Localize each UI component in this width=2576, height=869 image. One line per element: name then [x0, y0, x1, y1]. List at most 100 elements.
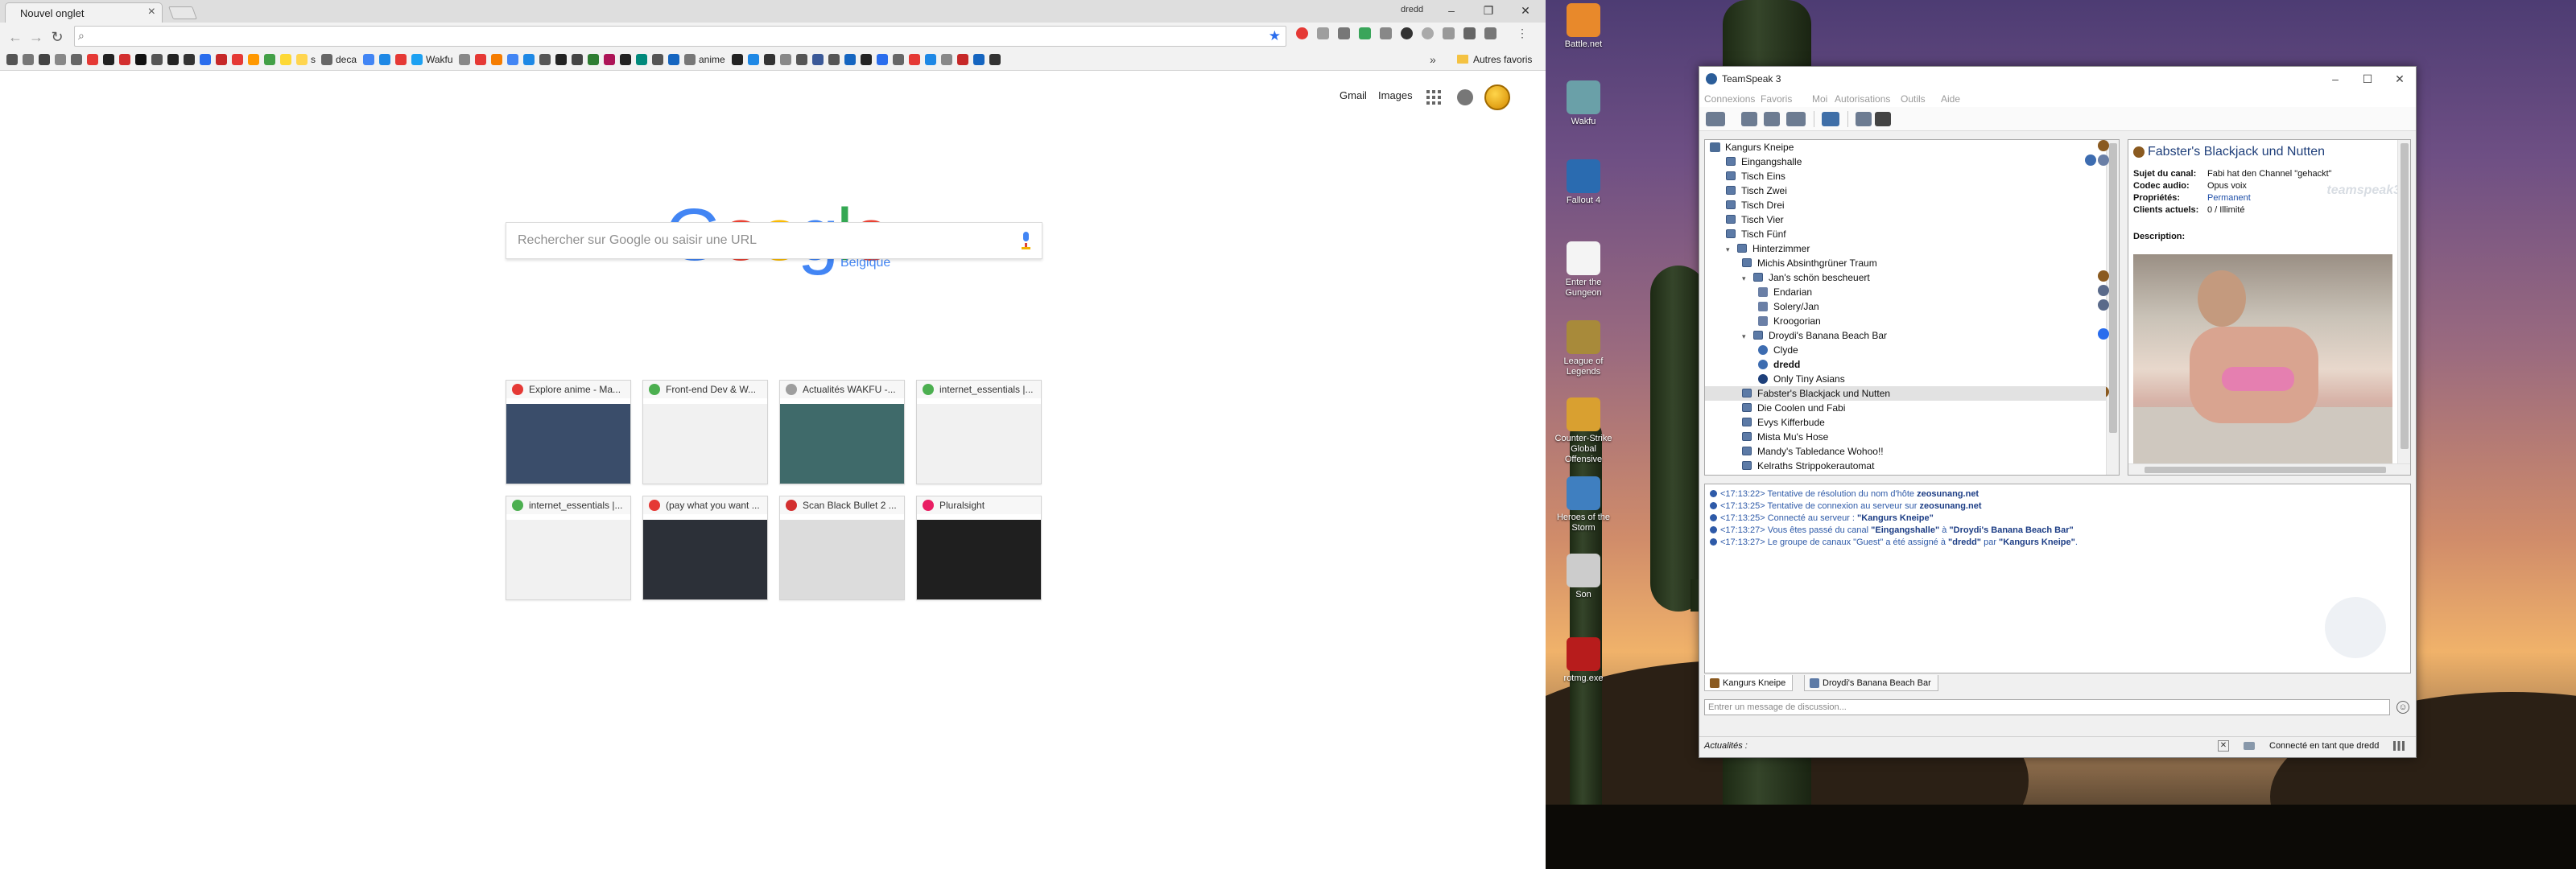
bookmark-item[interactable] [764, 54, 778, 67]
flask-extension-icon[interactable] [1463, 27, 1476, 39]
contacts-icon[interactable] [1856, 112, 1872, 126]
minimize-icon[interactable]: – [2324, 70, 2347, 88]
avatar[interactable] [1484, 84, 1510, 110]
note-extension-icon[interactable] [1338, 27, 1350, 39]
most-visited-tile[interactable]: Pluralsight [916, 496, 1042, 600]
bookmark-icon[interactable] [1764, 112, 1780, 126]
disconnect-icon[interactable] [1741, 112, 1757, 126]
desktop-shortcut[interactable]: Fallout 4 [1552, 159, 1615, 206]
chat-tab-channel[interactable]: Droydi's Banana Beach Bar [1804, 675, 1938, 691]
close-window-icon[interactable]: ✕ [2388, 70, 2411, 88]
chat-tab-server[interactable]: Kangurs Kneipe [1704, 675, 1794, 691]
bookmarks-overflow-icon[interactable]: » [1430, 53, 1436, 66]
tab-new-tab[interactable]: Nouvel onglet × [5, 2, 163, 23]
camera-extension-icon[interactable] [1484, 27, 1496, 39]
bookmark-item[interactable] [796, 54, 811, 67]
bookmark-item[interactable] [200, 54, 214, 67]
channel-row[interactable]: Mandy's Tabledance Wohoo!! [1705, 444, 2106, 459]
most-visited-tile[interactable]: Front-end Dev & W... [642, 380, 768, 484]
hotkey-icon[interactable] [1875, 112, 1891, 126]
bookmark-item[interactable] [909, 54, 923, 67]
forward-icon[interactable]: → [27, 28, 45, 46]
channel-row[interactable]: ▾ Jan's schön bescheuert [1705, 270, 2106, 285]
opera-extension-icon[interactable] [1296, 27, 1308, 39]
new-tab-button[interactable] [168, 6, 197, 19]
chrome-menu-icon[interactable]: ⋮ [1517, 27, 1528, 39]
bookmark-item[interactable] [87, 54, 101, 67]
bookmark-item[interactable] [973, 54, 988, 67]
other-bookmarks-folder[interactable]: Autres favoris [1457, 54, 1532, 65]
channel-row[interactable]: Tisch Vier [1705, 212, 2106, 227]
bookmark-item[interactable] [379, 54, 394, 67]
bookmark-item[interactable] [957, 54, 972, 67]
chat-input[interactable] [1708, 702, 2384, 713]
bookmark-item[interactable] [588, 54, 602, 67]
channel-row[interactable]: Mista Mu's Hose [1705, 430, 2106, 444]
user-row[interactable]: Solery/Jan [1705, 299, 2106, 314]
collapse-icon[interactable]: ▾ [1742, 271, 1750, 286]
menu-item[interactable]: Outils [1901, 93, 1926, 105]
user-row[interactable]: Kroogorian [1705, 314, 2106, 328]
most-visited-tile[interactable]: Scan Black Bullet 2 ... [779, 496, 905, 600]
bookmark-item[interactable] [103, 54, 118, 67]
bookmark-item[interactable] [989, 54, 1004, 67]
bookmark-item[interactable] [184, 54, 198, 67]
bookmark-item[interactable] [523, 54, 538, 67]
info-scrollbar[interactable] [2397, 140, 2410, 463]
channel-row[interactable]: Die Coolen und Fabi [1705, 401, 2106, 415]
apps-grid-icon[interactable] [1426, 90, 1441, 105]
images-link[interactable]: Images [1378, 89, 1413, 101]
channel-row[interactable]: Tisch Fünf [1705, 227, 2106, 241]
bookmark-item[interactable] [216, 54, 230, 67]
info-hscrollbar[interactable] [2128, 463, 2410, 475]
bookmark-item[interactable] [507, 54, 522, 67]
bookmark-item[interactable] [119, 54, 134, 67]
bookmark-item[interactable] [555, 54, 570, 67]
bookmark-star-icon[interactable]: ★ [1269, 28, 1281, 44]
away-status-icon[interactable] [1786, 112, 1806, 126]
collapse-icon[interactable]: ▾ [1742, 329, 1750, 344]
menu-item[interactable]: Moi [1812, 93, 1827, 105]
gray-extension-icon[interactable] [1380, 27, 1392, 39]
notifications-icon[interactable] [1457, 89, 1473, 105]
green-extension-icon[interactable] [1359, 27, 1371, 39]
reload-icon[interactable]: ↻ [48, 28, 66, 46]
bookmark-item[interactable] [151, 54, 166, 67]
channel-row[interactable]: Tisch Zwei [1705, 183, 2106, 198]
bookmark-item[interactable] [732, 54, 746, 67]
channel-row[interactable]: ▾ Hinterzimmer [1705, 241, 2106, 256]
user-row[interactable]: Only Tiny Asians [1705, 372, 2106, 386]
bookmark-item[interactable] [23, 54, 37, 67]
bookmark-item[interactable] [925, 54, 939, 67]
user-row[interactable]: Endarian [1705, 285, 2106, 299]
dark-extension-icon[interactable] [1401, 27, 1413, 39]
bookmark-item[interactable]: s [296, 54, 316, 67]
bookmark-item[interactable] [459, 54, 473, 67]
bookmark-item[interactable] [395, 54, 410, 67]
bookmark-item[interactable] [877, 54, 891, 67]
bookmark-item[interactable] [475, 54, 489, 67]
most-visited-tile[interactable]: internet_essentials |... [916, 380, 1042, 484]
channel-row[interactable]: Tisch Drei [1705, 198, 2106, 212]
bookmark-item[interactable] [55, 54, 69, 67]
close-news-icon[interactable]: ✕ [2218, 740, 2229, 752]
emoticon-icon[interactable]: ☺ [2396, 701, 2409, 714]
bookmark-item[interactable] [844, 54, 859, 67]
channel-row[interactable]: ▾ Droydi's Banana Beach Bar [1705, 328, 2106, 343]
bookmark-item[interactable] [491, 54, 506, 67]
most-visited-tile[interactable]: Explore anime - Ma... [506, 380, 631, 484]
bookmark-item[interactable] [572, 54, 586, 67]
maximize-icon[interactable]: ☐ [2356, 70, 2379, 88]
restore-icon[interactable]: ❐ [1473, 2, 1504, 19]
shield-extension-icon[interactable] [1443, 27, 1455, 39]
chat-icon[interactable] [1822, 112, 1839, 126]
bookmark-item[interactable] [620, 54, 634, 67]
desktop-shortcut[interactable]: Son [1552, 554, 1615, 600]
menu-item[interactable]: Connexions [1704, 93, 1755, 105]
bookmark-item[interactable]: Wakfu [411, 54, 453, 67]
bookmark-item[interactable] [232, 54, 246, 67]
channel-row[interactable]: Tisch Eins [1705, 169, 2106, 183]
bookmark-item[interactable] [668, 54, 683, 67]
channel-row[interactable]: Eingangshalle [1705, 154, 2106, 169]
minimize-icon[interactable]: – [1436, 2, 1467, 19]
